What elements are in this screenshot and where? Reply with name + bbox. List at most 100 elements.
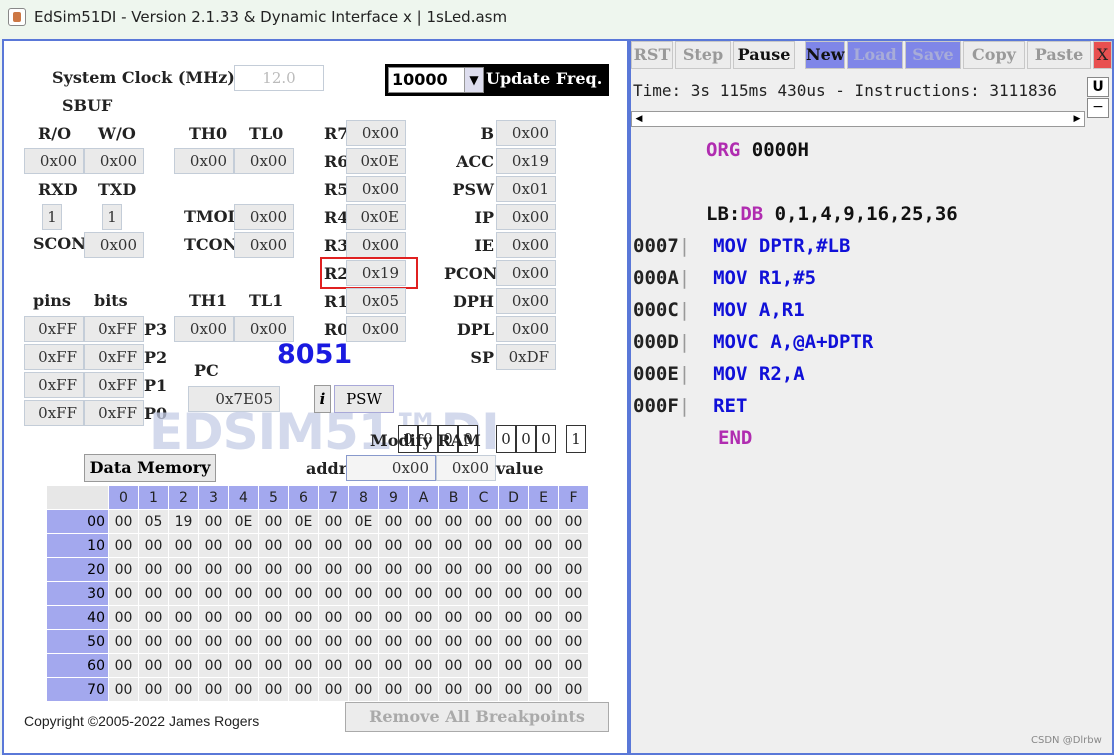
memory-cell[interactable]: 00 bbox=[318, 557, 349, 582]
psw-button[interactable]: PSW bbox=[334, 385, 394, 413]
register-value[interactable]: 0x00 bbox=[346, 120, 406, 146]
memory-cell[interactable]: 00 bbox=[378, 533, 409, 558]
memory-cell[interactable]: 00 bbox=[318, 509, 349, 534]
memory-cell[interactable]: 00 bbox=[258, 677, 289, 702]
tmod-value[interactable]: 0x00 bbox=[234, 204, 294, 230]
memory-cell[interactable]: 00 bbox=[408, 677, 439, 702]
load-button[interactable]: Load bbox=[847, 41, 903, 69]
scroll-left-icon[interactable]: ◀ bbox=[632, 112, 646, 126]
save-button[interactable]: Save bbox=[905, 41, 961, 69]
memory-cell[interactable]: 00 bbox=[378, 653, 409, 678]
register-value[interactable]: 0x00 bbox=[346, 232, 406, 258]
memory-cell[interactable]: 00 bbox=[438, 533, 469, 558]
memory-cell[interactable]: 00 bbox=[468, 557, 499, 582]
memory-cell[interactable]: 00 bbox=[138, 557, 169, 582]
memory-cell[interactable]: 00 bbox=[288, 581, 319, 606]
memory-cell[interactable]: 00 bbox=[498, 653, 529, 678]
memory-cell[interactable]: 00 bbox=[528, 533, 559, 558]
port-bits-value[interactable]: 0xFF bbox=[84, 344, 144, 370]
memory-cell[interactable]: 00 bbox=[438, 653, 469, 678]
memory-cell[interactable]: 00 bbox=[528, 557, 559, 582]
port-pins-value[interactable]: 0xFF bbox=[24, 316, 84, 342]
memory-cell[interactable]: 00 bbox=[408, 605, 439, 630]
tcon-value[interactable]: 0x00 bbox=[234, 232, 294, 258]
sbuf-wo-value[interactable]: 0x00 bbox=[84, 148, 144, 174]
memory-cell[interactable]: 00 bbox=[438, 509, 469, 534]
memory-cell[interactable]: 00 bbox=[378, 509, 409, 534]
memory-cell[interactable]: 00 bbox=[168, 629, 199, 654]
memory-cell[interactable]: 00 bbox=[258, 557, 289, 582]
memory-cell[interactable]: 00 bbox=[258, 533, 289, 558]
txd-value[interactable]: 1 bbox=[102, 204, 122, 230]
memory-cell[interactable]: 00 bbox=[408, 509, 439, 534]
port-pins-value[interactable]: 0xFF bbox=[24, 400, 84, 426]
memory-cell[interactable]: 00 bbox=[108, 677, 139, 702]
chevron-down-icon[interactable]: ▼ bbox=[464, 68, 483, 92]
memory-cell[interactable]: 00 bbox=[468, 581, 499, 606]
memory-cell[interactable]: 00 bbox=[228, 533, 259, 558]
memory-cell[interactable]: 00 bbox=[228, 653, 259, 678]
memory-cell[interactable]: 00 bbox=[198, 653, 229, 678]
copy-button[interactable]: Copy bbox=[963, 41, 1025, 69]
memory-cell[interactable]: 00 bbox=[288, 677, 319, 702]
sfr-value[interactable]: 0x01 bbox=[496, 176, 556, 202]
addr-input[interactable]: 0x00 bbox=[346, 455, 436, 481]
memory-cell[interactable]: 00 bbox=[498, 557, 529, 582]
memory-cell[interactable]: 00 bbox=[108, 533, 139, 558]
memory-cell[interactable]: 00 bbox=[468, 629, 499, 654]
memory-cell[interactable]: 00 bbox=[288, 533, 319, 558]
memory-cell[interactable]: 00 bbox=[138, 653, 169, 678]
memory-cell[interactable]: 00 bbox=[528, 653, 559, 678]
memory-cell[interactable]: 00 bbox=[228, 581, 259, 606]
new-button[interactable]: New bbox=[805, 41, 845, 69]
memory-cell[interactable]: 00 bbox=[288, 653, 319, 678]
horizontal-scrollbar[interactable]: ◀ ▶ bbox=[631, 111, 1085, 127]
memory-cell[interactable]: 00 bbox=[528, 581, 559, 606]
memory-cell[interactable]: 00 bbox=[198, 629, 229, 654]
memory-cell[interactable]: 00 bbox=[138, 629, 169, 654]
th0-value[interactable]: 0x00 bbox=[174, 148, 234, 174]
port-pins-value[interactable]: 0xFF bbox=[24, 344, 84, 370]
memory-cell[interactable]: 00 bbox=[138, 605, 169, 630]
memory-cell[interactable]: 00 bbox=[168, 533, 199, 558]
memory-cell[interactable]: 00 bbox=[348, 533, 379, 558]
memory-cell[interactable]: 00 bbox=[498, 629, 529, 654]
memory-cell[interactable]: 00 bbox=[168, 557, 199, 582]
memory-cell[interactable]: 00 bbox=[348, 629, 379, 654]
memory-cell[interactable]: 00 bbox=[558, 677, 589, 702]
memory-cell[interactable]: 00 bbox=[318, 605, 349, 630]
memory-cell[interactable]: 00 bbox=[378, 629, 409, 654]
memory-cell[interactable]: 00 bbox=[108, 653, 139, 678]
memory-cell[interactable]: 00 bbox=[168, 677, 199, 702]
register-value[interactable]: 0x0E bbox=[346, 148, 406, 174]
memory-cell[interactable]: 00 bbox=[198, 509, 229, 534]
memory-cell[interactable]: 00 bbox=[108, 629, 139, 654]
memory-cell[interactable]: 00 bbox=[318, 653, 349, 678]
code-editor[interactable]: ORG 0000H LB:DB 0,1,4,9,16,25,36 0007| M… bbox=[631, 129, 1112, 753]
scon-value[interactable]: 0x00 bbox=[84, 232, 144, 258]
memory-cell[interactable]: 00 bbox=[528, 509, 559, 534]
memory-cell[interactable]: 00 bbox=[468, 509, 499, 534]
memory-cell[interactable]: 00 bbox=[228, 629, 259, 654]
memory-cell[interactable]: 00 bbox=[378, 677, 409, 702]
info-button[interactable]: i bbox=[314, 385, 331, 413]
memory-cell[interactable]: 00 bbox=[198, 557, 229, 582]
memory-cell[interactable]: 00 bbox=[498, 509, 529, 534]
register-value[interactable]: 0x05 bbox=[346, 288, 406, 314]
memory-cell[interactable]: 00 bbox=[378, 605, 409, 630]
memory-cell[interactable]: 00 bbox=[408, 629, 439, 654]
memory-cell[interactable]: 00 bbox=[198, 605, 229, 630]
pause-button[interactable]: Pause bbox=[733, 41, 795, 69]
remove-breakpoints-button[interactable]: Remove All Breakpoints bbox=[345, 702, 609, 732]
register-value[interactable]: 0x0E bbox=[346, 204, 406, 230]
memory-cell[interactable]: 00 bbox=[558, 533, 589, 558]
memory-cell[interactable]: 00 bbox=[108, 557, 139, 582]
port-pins-value[interactable]: 0xFF bbox=[24, 372, 84, 398]
memory-cell[interactable]: 00 bbox=[498, 581, 529, 606]
memory-cell[interactable]: 00 bbox=[408, 557, 439, 582]
memory-cell[interactable]: 00 bbox=[288, 557, 319, 582]
sfr-value[interactable]: 0x00 bbox=[496, 260, 556, 286]
memory-cell[interactable]: 00 bbox=[558, 557, 589, 582]
memory-cell[interactable]: 00 bbox=[168, 653, 199, 678]
memory-cell[interactable]: 00 bbox=[468, 653, 499, 678]
